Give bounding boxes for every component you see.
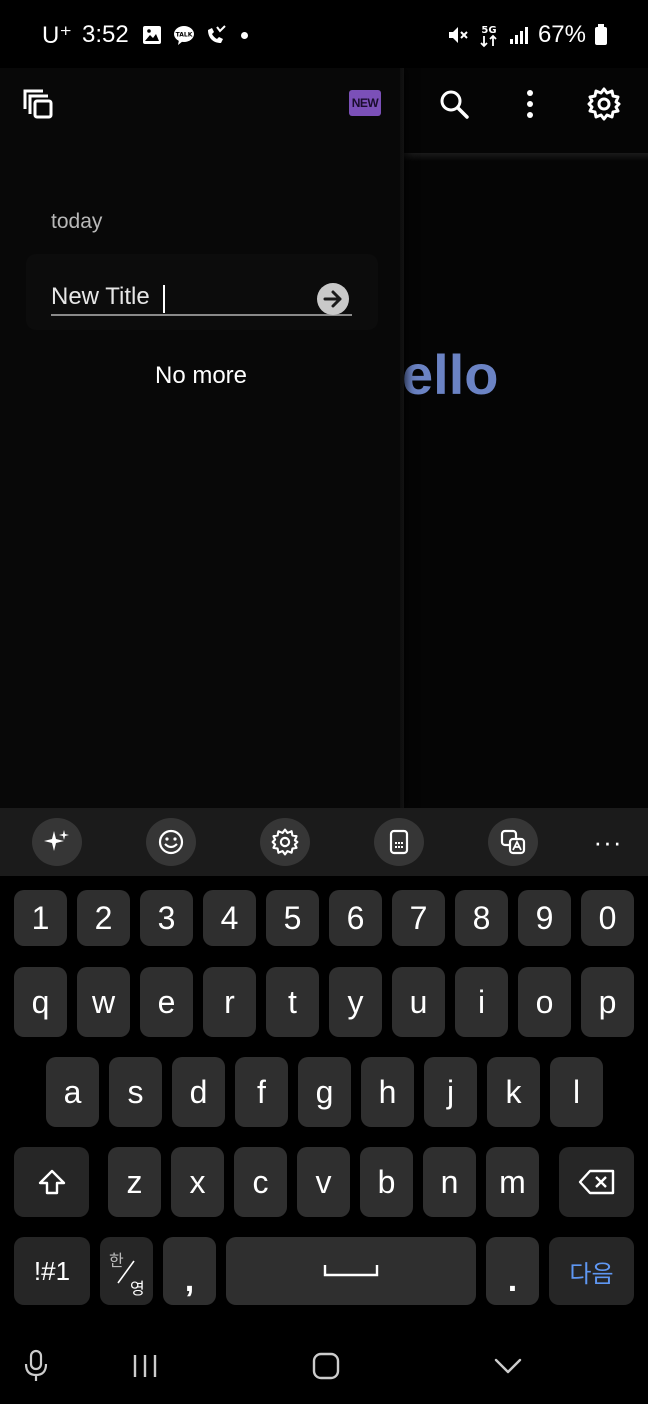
key-7[interactable]: 7 xyxy=(392,890,445,946)
no-more-text: No more xyxy=(154,362,248,389)
key-p[interactable]: p xyxy=(581,967,634,1037)
key-i[interactable]: i xyxy=(455,967,508,1037)
key-n[interactable]: n xyxy=(423,1147,476,1217)
key-6[interactable]: 6 xyxy=(329,890,382,946)
keyboard-settings-icon[interactable] xyxy=(260,818,310,866)
key-j[interactable]: j xyxy=(424,1057,477,1127)
key-g[interactable]: g xyxy=(298,1057,351,1127)
battery-icon xyxy=(595,24,607,45)
emoji-icon[interactable] xyxy=(146,818,196,866)
key-l[interactable]: l xyxy=(550,1057,603,1127)
clock: 3:52 xyxy=(82,21,129,48)
key-v[interactable]: v xyxy=(297,1147,350,1217)
keyboard-layout-icon[interactable] xyxy=(374,818,424,866)
shift-arrow-icon xyxy=(38,1169,65,1195)
battery-percent: 67% xyxy=(537,21,586,48)
key-4[interactable]: 4 xyxy=(203,890,256,946)
title-input[interactable] xyxy=(51,282,313,312)
main-heading-text: ello xyxy=(402,343,499,406)
section-date-label: today xyxy=(51,210,103,233)
gallery-notification-icon xyxy=(142,26,161,44)
backspace-icon xyxy=(578,1169,614,1195)
missed-call-icon xyxy=(207,25,226,43)
status-bar: U⁺ 3:52 TALK 5G 67% xyxy=(0,0,648,68)
svg-text:5G: 5G xyxy=(481,25,496,36)
more-vert-icon[interactable] xyxy=(512,86,548,122)
key-e[interactable]: e xyxy=(140,967,193,1037)
next-key[interactable]: 다음 xyxy=(549,1237,634,1305)
submit-title-button[interactable] xyxy=(317,283,349,315)
space-key[interactable] xyxy=(226,1237,476,1305)
arrow-right-icon xyxy=(323,290,342,308)
recents-icon[interactable] xyxy=(123,1346,167,1386)
home-icon[interactable] xyxy=(304,1346,348,1386)
drawer-edge xyxy=(400,68,404,808)
shift-key[interactable] xyxy=(14,1147,89,1217)
key-d[interactable]: d xyxy=(172,1057,225,1127)
key-y[interactable]: y xyxy=(329,967,382,1037)
ai-sparkle-icon[interactable] xyxy=(32,818,82,866)
key-a[interactable]: a xyxy=(46,1057,99,1127)
main-toolbar-shadow xyxy=(402,153,648,161)
key-o[interactable]: o xyxy=(518,967,571,1037)
svg-text:TALK: TALK xyxy=(175,32,192,39)
search-icon[interactable] xyxy=(436,86,472,122)
carrier-label: U⁺ xyxy=(42,21,72,49)
side-drawer xyxy=(0,68,402,808)
settings-icon[interactable] xyxy=(586,86,622,122)
key-3[interactable]: 3 xyxy=(140,890,193,946)
signal-strength-icon xyxy=(509,27,528,44)
more-notifications-dot xyxy=(240,31,248,39)
language-switch-key[interactable]: 한 영 xyxy=(100,1237,153,1305)
translate-icon[interactable] xyxy=(488,818,538,866)
text-caret xyxy=(163,285,165,313)
key-w[interactable]: w xyxy=(77,967,130,1037)
key-h[interactable]: h xyxy=(361,1057,414,1127)
key-m[interactable]: m xyxy=(486,1147,539,1217)
key-k[interactable]: k xyxy=(487,1057,540,1127)
5g-signal-icon: 5G xyxy=(480,25,497,48)
key-t[interactable]: t xyxy=(266,967,319,1037)
key-q[interactable]: q xyxy=(14,967,67,1037)
key-r[interactable]: r xyxy=(203,967,256,1037)
mic-icon[interactable] xyxy=(14,1346,58,1386)
key-9[interactable]: 9 xyxy=(518,890,571,946)
copy-icon[interactable] xyxy=(20,86,56,122)
key-1[interactable]: 1 xyxy=(14,890,67,946)
backspace-key[interactable] xyxy=(559,1147,634,1217)
symbols-key[interactable]: !#1 xyxy=(14,1237,90,1305)
lang-key-english: 영 xyxy=(130,1279,145,1298)
key-z[interactable]: z xyxy=(108,1147,161,1217)
period-key[interactable]: . xyxy=(486,1237,539,1305)
key-c[interactable]: c xyxy=(234,1147,287,1217)
key-x[interactable]: x xyxy=(171,1147,224,1217)
comma-key[interactable]: , xyxy=(163,1237,216,1305)
key-u[interactable]: u xyxy=(392,967,445,1037)
key-f[interactable]: f xyxy=(235,1057,288,1127)
key-5[interactable]: 5 xyxy=(266,890,319,946)
key-b[interactable]: b xyxy=(360,1147,413,1217)
key-8[interactable]: 8 xyxy=(455,890,508,946)
main-content xyxy=(402,68,648,808)
key-0[interactable]: 0 xyxy=(581,890,634,946)
hide-keyboard-icon[interactable] xyxy=(486,1346,530,1386)
mute-icon xyxy=(448,27,468,43)
more-tools-button[interactable]: ··· xyxy=(584,820,632,864)
space-bar-icon xyxy=(323,1265,379,1277)
kakaotalk-notification-icon: TALK xyxy=(173,26,194,45)
keyboard-toolbar xyxy=(0,808,648,876)
title-input-underline xyxy=(51,314,352,316)
key-2[interactable]: 2 xyxy=(77,890,130,946)
key-s[interactable]: s xyxy=(109,1057,162,1127)
new-badge[interactable]: NEW xyxy=(349,90,381,116)
